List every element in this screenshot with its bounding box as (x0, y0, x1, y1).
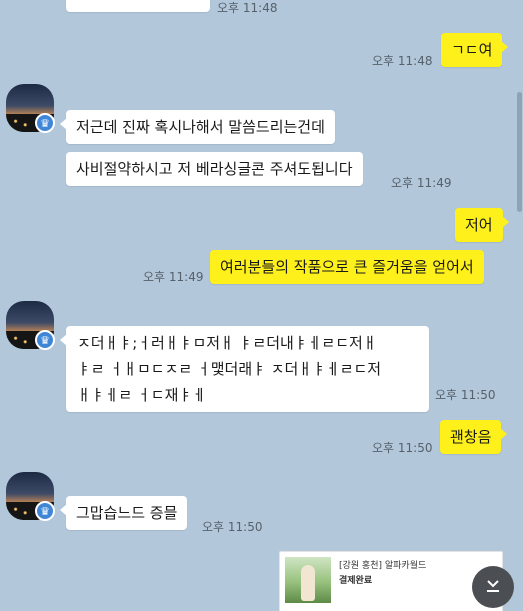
message-text: 사비절약하시고 저 베라싱글콘 주셔도됩니다 (76, 160, 353, 178)
scrollbar[interactable] (517, 92, 522, 212)
alpaca-thumbnail (285, 557, 331, 603)
message-text-line: ㅑㄹ ㅓㅐㅁㄷㅈㄹ ㅓ맻더래ㅑ ㅈ더ㅐㅑㅔㄹㄷ저 (77, 360, 382, 378)
message-text: 저어 (465, 216, 493, 234)
crown-badge-icon: ♛ (35, 501, 55, 521)
message-time: 오후 11:48 (372, 54, 433, 68)
message-time: 오후 11:49 (143, 270, 204, 284)
message-time: 오후 11:50 (202, 520, 263, 534)
message-bubble-incoming[interactable]: 그맙습느드 증믈 (59, 496, 188, 530)
message-bubble-incoming[interactable]: ㅈ더ㅐㅑ;ㅓ러ㅐㅑㅁ저ㅐ ㅑㄹ더내ㅑㅔㄹㄷ저ㅐ ㅑㄹ ㅓㅐㅁㄷㅈㄹ ㅓ맻더래ㅑ … (60, 326, 429, 412)
message-bubble-incoming[interactable] (66, 0, 210, 12)
payment-card-status: 결제완료 (339, 576, 373, 586)
message-bubble-outgoing[interactable]: 여러분들의 작품으로 큰 즐거움을 얻어서 (210, 250, 484, 284)
payment-card-text: [강원 홍천] 알파카월드 결제완료 (339, 557, 426, 607)
message-text: 저근데 진짜 혹시나해서 말씀드리는건데 (76, 118, 325, 136)
crown-badge-icon: ♛ (35, 330, 55, 350)
scroll-to-bottom-button[interactable] (472, 566, 514, 608)
message-bubble-incoming[interactable]: 저근데 진짜 혹시나해서 말씀드리는건데 (60, 110, 335, 144)
message-time: 오후 11:50 (372, 441, 433, 455)
message-text: 그맙습느드 증믈 (76, 504, 178, 522)
message-text-line: ㅐㅑㅔㄹ ㅓㄷ재ㅑㅔ (77, 386, 206, 404)
payment-card-title: [강원 홍천] 알파카월드 (339, 561, 427, 571)
message-text-line: ㅈ더ㅐㅑ;ㅓ러ㅐㅑㅁ저ㅐ ㅑㄹ더내ㅑㅔㄹㄷ저ㅐ (77, 334, 377, 352)
message-bubble-incoming[interactable]: 사비절약하시고 저 베라싱글콘 주셔도됩니다 (66, 152, 363, 186)
message-time: 오후 11:48 (217, 1, 278, 15)
chat-area[interactable]: 오후 11:48 ㄱㄷ여 오후 11:48 ♛ 저근데 진짜 혹시나해서 말씀드… (0, 0, 523, 611)
message-text: ㄱㄷ여 (451, 41, 493, 59)
message-time: 오후 11:50 (435, 388, 496, 402)
message-text: 괜창음 (450, 428, 492, 446)
message-time: 오후 11:49 (391, 176, 452, 190)
message-bubble-outgoing[interactable]: 괜창음 (440, 420, 508, 454)
message-text: 여러분들의 작품으로 큰 즐거움을 얻어서 (220, 258, 474, 276)
payment-card[interactable]: [강원 홍천] 알파카월드 결제완료 (279, 551, 503, 611)
message-bubble-outgoing[interactable]: 저어 (455, 208, 509, 242)
message-bubble-outgoing[interactable]: ㄱㄷ여 (441, 33, 509, 67)
double-chevron-down-icon (487, 580, 499, 592)
crown-badge-icon: ♛ (35, 113, 55, 133)
